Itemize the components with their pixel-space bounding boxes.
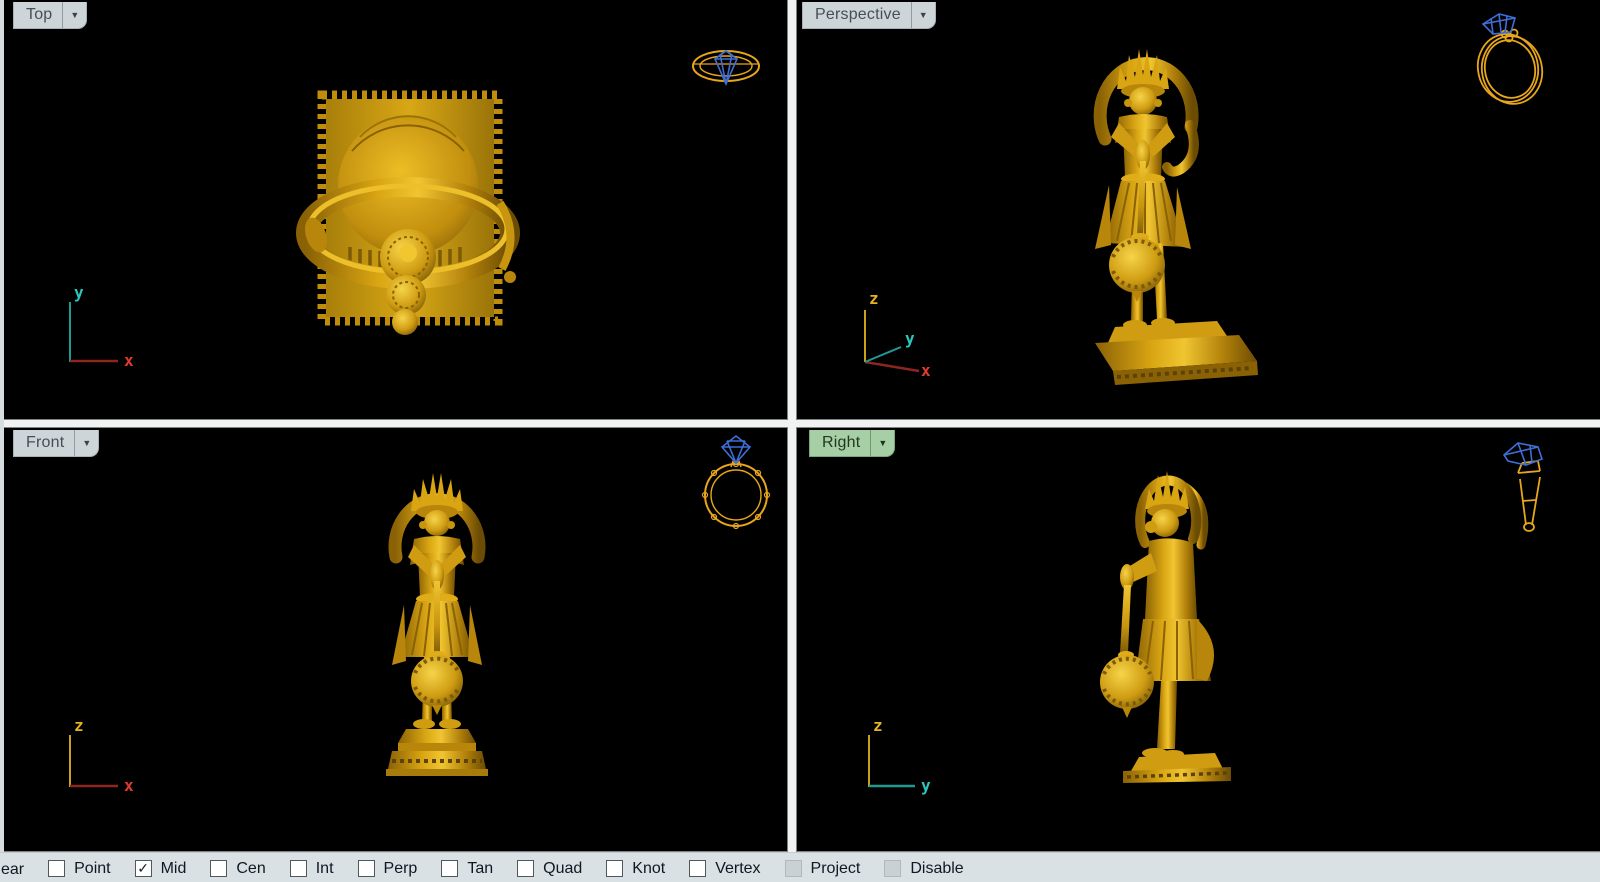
- checkbox-cen[interactable]: [210, 860, 227, 877]
- svg-text:y: y: [905, 329, 915, 348]
- checkbox-vertex[interactable]: [689, 860, 706, 877]
- viewport-tab-perspective[interactable]: Perspective ▼: [802, 2, 936, 29]
- osnap-statusbar: ear Point ✓ Mid Cen Int Perp Tan Quad Knot Vertex…: [0, 852, 1600, 882]
- viewport-right[interactable]: Right ▼: [796, 427, 1600, 852]
- diamond-gem-front: [722, 436, 750, 463]
- osnap-item-project[interactable]: Project: [785, 859, 861, 878]
- statue-model-perspective-view[interactable]: [1031, 25, 1291, 400]
- svg-text:y: y: [74, 283, 84, 302]
- osnap-item-label: Tan: [467, 860, 493, 878]
- viewport-tab-right[interactable]: Right ▼: [809, 430, 895, 457]
- checkbox-disable[interactable]: [884, 860, 901, 877]
- viewport-front[interactable]: Front ▼: [4, 427, 788, 852]
- osnap-truncated-label[interactable]: ear: [1, 861, 24, 879]
- checkbox-project[interactable]: [785, 860, 802, 877]
- osnap-item-mid[interactable]: ✓ Mid: [135, 859, 187, 878]
- viewport-top[interactable]: Top ▼: [4, 0, 788, 420]
- ring-model-right-view[interactable]: [1496, 433, 1552, 535]
- chevron-down-icon[interactable]: ▼: [75, 430, 98, 456]
- checkbox-perp[interactable]: [358, 860, 375, 877]
- osnap-item-quad[interactable]: Quad: [517, 859, 582, 878]
- osnap-item-label: Vertex: [715, 860, 760, 878]
- osnap-item-disable[interactable]: Disable: [884, 859, 963, 878]
- statue-model-right-view[interactable]: [1081, 451, 1241, 786]
- osnap-item-knot[interactable]: Knot: [606, 859, 665, 878]
- osnap-item-label: Int: [316, 860, 334, 878]
- osnap-item-label: Mid: [161, 860, 187, 878]
- ring-model-front-view[interactable]: [698, 433, 774, 531]
- svg-text:z: z: [869, 289, 879, 308]
- osnap-items: Point ✓ Mid Cen Int Perp Tan Quad Knot Vertex Proj…: [24, 859, 964, 878]
- chevron-down-icon[interactable]: ▼: [871, 430, 894, 456]
- statue-model-top-view[interactable]: [280, 85, 560, 335]
- osnap-item-label: Quad: [543, 860, 582, 878]
- statue-model-front-view[interactable]: [362, 453, 512, 783]
- viewport-title: Perspective: [815, 6, 901, 24]
- checkbox-quad[interactable]: [517, 860, 534, 877]
- viewport-perspective[interactable]: Perspective ▼: [796, 0, 1600, 420]
- osnap-item-int[interactable]: Int: [290, 859, 334, 878]
- osnap-item-label: Knot: [632, 860, 665, 878]
- viewport-title: Top: [26, 6, 52, 24]
- axis-gnomon-right: z y: [855, 707, 945, 797]
- checkbox-tan[interactable]: [441, 860, 458, 877]
- chevron-down-icon[interactable]: ▼: [912, 2, 935, 28]
- checkbox-int[interactable]: [290, 860, 307, 877]
- viewport-tab-front[interactable]: Front ▼: [13, 430, 99, 457]
- osnap-item-label: Disable: [910, 860, 963, 878]
- osnap-item-label: Point: [74, 860, 110, 878]
- osnap-item-label: Perp: [384, 860, 418, 878]
- svg-text:z: z: [74, 716, 84, 735]
- svg-text:x: x: [124, 351, 134, 368]
- checkbox-point[interactable]: [48, 860, 65, 877]
- viewport-tab-top[interactable]: Top ▼: [13, 2, 87, 29]
- svg-text:x: x: [124, 776, 134, 795]
- ring-model-top-view[interactable]: [688, 42, 764, 90]
- checkbox-mid[interactable]: ✓: [135, 860, 152, 877]
- viewport-title: Right: [822, 434, 860, 452]
- axis-gnomon-perspective: z y x: [849, 284, 949, 379]
- svg-text:y: y: [921, 776, 931, 795]
- checkbox-knot[interactable]: [606, 860, 623, 877]
- ring-model-perspective-view[interactable]: [1461, 8, 1551, 108]
- osnap-item-tan[interactable]: Tan: [441, 859, 493, 878]
- osnap-item-point[interactable]: Point: [48, 859, 110, 878]
- viewport-title: Front: [26, 434, 64, 452]
- osnap-item-cen[interactable]: Cen: [210, 859, 265, 878]
- axis-gnomon-top: y x: [56, 278, 146, 368]
- svg-text:x: x: [921, 361, 931, 379]
- svg-text:z: z: [873, 716, 883, 735]
- chevron-down-icon[interactable]: ▼: [63, 2, 86, 28]
- diamond-gem-right: [1504, 443, 1542, 465]
- axis-gnomon-front: z x: [56, 707, 146, 797]
- osnap-item-label: Project: [811, 860, 861, 878]
- osnap-item-perp[interactable]: Perp: [358, 859, 418, 878]
- osnap-item-vertex[interactable]: Vertex: [689, 859, 760, 878]
- osnap-item-label: Cen: [236, 860, 265, 878]
